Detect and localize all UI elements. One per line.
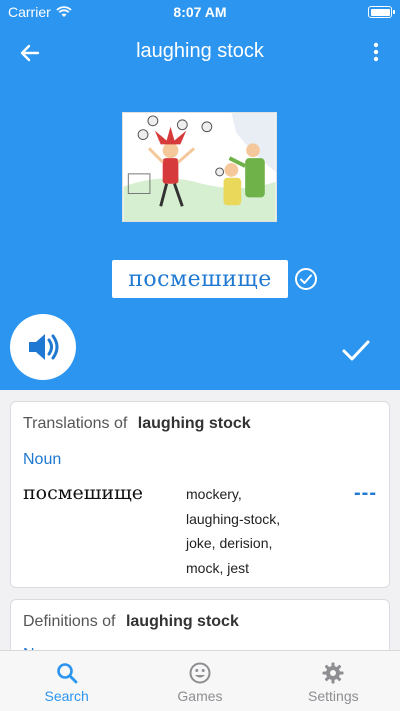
verified-check-icon — [295, 268, 317, 290]
clock: 8:07 AM — [173, 4, 227, 20]
smiley-icon — [189, 662, 211, 684]
tab-settings-label: Settings — [308, 688, 359, 704]
play-audio-button[interactable] — [10, 314, 76, 380]
battery-icon — [368, 6, 395, 18]
synonym-line: mock, jest — [186, 559, 250, 576]
search-icon — [56, 663, 78, 684]
checkmark-icon[interactable] — [340, 334, 372, 366]
status-bar: Carrier 8:07 AM — [0, 0, 400, 24]
definitions-heading-term: laughing stock — [125, 613, 239, 630]
synonym-line: joke, derision, — [186, 535, 273, 551]
definitions-heading: Definitions of laughing stock — [23, 613, 239, 631]
part-of-speech: Noun — [23, 451, 62, 468]
tab-search[interactable]: Search — [0, 651, 133, 711]
word-hero: laughing stock посмешище — [0, 24, 400, 390]
back-arrow-icon[interactable] — [18, 41, 42, 65]
definitions-heading-prefix: Definitions of — [23, 613, 116, 630]
tab-bar: Search Games Settings — [0, 650, 400, 711]
synonym-line: laughing-stock, — [186, 510, 281, 527]
translations-card: Translations of laughing stock Noun посм… — [10, 401, 390, 588]
tab-search-label: Search — [44, 688, 89, 704]
page-title: laughing stock — [136, 40, 264, 62]
synonym-list: mockery, laughing-stock, joke, derision,… — [186, 482, 336, 580]
gear-icon — [322, 662, 344, 684]
frequency-marker: --- — [354, 482, 377, 504]
tab-games-label: Games — [177, 688, 223, 704]
tab-games[interactable]: Games — [133, 651, 266, 711]
translations-heading: Translations of laughing stock — [23, 415, 251, 433]
more-menu-icon[interactable] — [368, 40, 384, 64]
synonym-line: mockery, — [186, 486, 242, 502]
translation-word: посмешище — [23, 482, 144, 504]
translations-heading-term: laughing stock — [137, 415, 251, 432]
translations-heading-prefix: Translations of — [23, 415, 128, 432]
tab-settings[interactable]: Settings — [267, 651, 400, 711]
speaker-icon — [29, 334, 59, 360]
native-word: посмешище — [112, 260, 288, 298]
word-illustration — [122, 112, 277, 222]
